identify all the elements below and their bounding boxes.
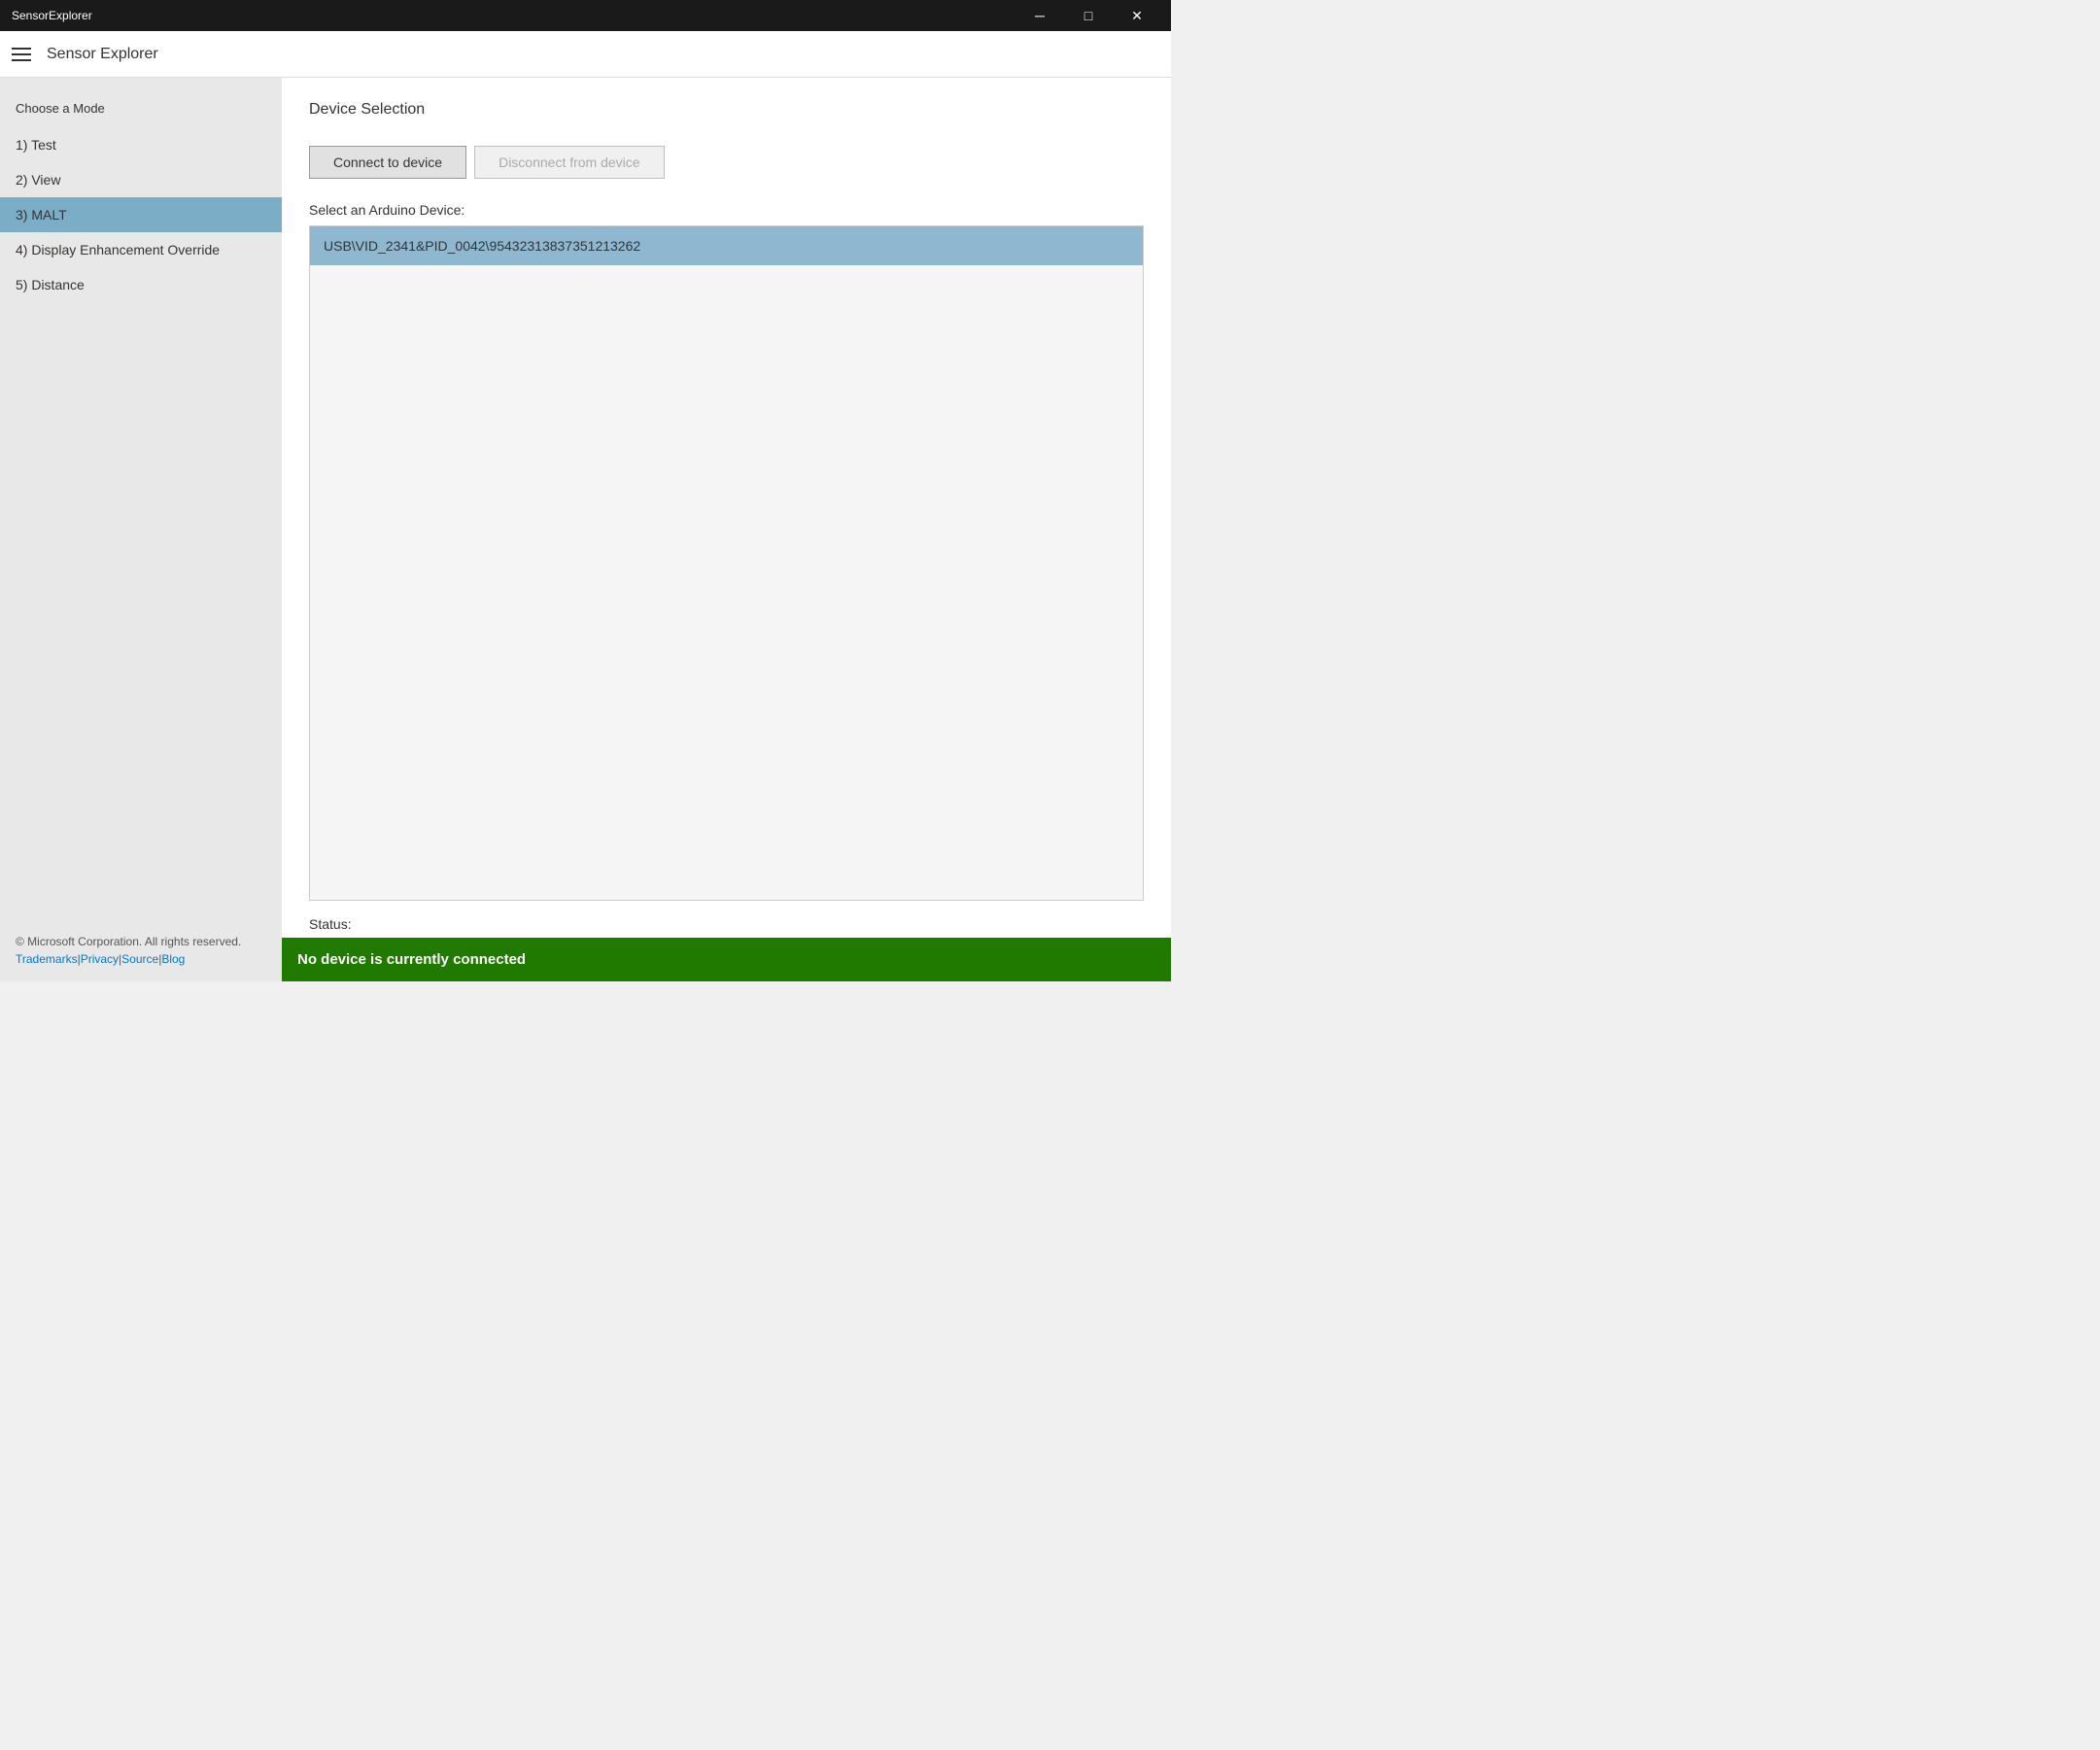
footer-copyright: © Microsoft Corporation. All rights rese…: [16, 935, 266, 948]
device-select-label: Select an Arduino Device:: [309, 202, 1144, 218]
source-link[interactable]: Source: [121, 952, 158, 966]
status-bar: No device is currently connected: [282, 938, 1171, 981]
blog-link[interactable]: Blog: [161, 952, 185, 966]
disconnect-button[interactable]: Disconnect from device: [474, 146, 665, 179]
sidebar-item-distance[interactable]: 5) Distance: [0, 267, 282, 302]
sidebar-item-view[interactable]: 2) View: [0, 162, 282, 197]
sidebar-footer: © Microsoft Corporation. All rights rese…: [0, 919, 282, 981]
title-bar: SensorExplorer ─ □ ✕: [0, 0, 1171, 31]
content-title: Device Selection: [309, 101, 1144, 119]
close-button[interactable]: ✕: [1115, 0, 1159, 31]
content: Device Selection Connect to device Disco…: [282, 78, 1171, 901]
sidebar-heading: Choose a Mode: [0, 93, 282, 127]
privacy-link[interactable]: Privacy: [81, 952, 119, 966]
trademarks-link[interactable]: Trademarks: [16, 952, 78, 966]
action-buttons: Connect to device Disconnect from device: [309, 146, 1144, 179]
app-title: Sensor Explorer: [47, 46, 158, 63]
sidebar: Choose a Mode 1) Test 2) View 3) MALT 4)…: [0, 78, 282, 981]
sidebar-item-malt[interactable]: 3) MALT: [0, 197, 282, 232]
sidebar-item-test[interactable]: 1) Test: [0, 127, 282, 162]
app-header: Sensor Explorer: [0, 31, 1171, 78]
device-list-item[interactable]: USB\VID_2341&PID_0042\954323138373512132…: [310, 226, 1143, 265]
content-area: Device Selection Connect to device Disco…: [282, 78, 1171, 981]
device-list[interactable]: USB\VID_2341&PID_0042\954323138373512132…: [309, 225, 1144, 901]
sidebar-item-display[interactable]: 4) Display Enhancement Override: [0, 232, 282, 267]
status-message: No device is currently connected: [297, 951, 526, 968]
main-layout: Choose a Mode 1) Test 2) View 3) MALT 4)…: [0, 78, 1171, 981]
status-label: Status:: [309, 916, 1144, 932]
window-title: SensorExplorer: [12, 9, 92, 22]
footer-links: Trademarks|Privacy|Source|Blog: [16, 952, 266, 966]
window-controls: ─ □ ✕: [1017, 0, 1159, 31]
hamburger-icon[interactable]: [12, 48, 31, 61]
minimize-button[interactable]: ─: [1017, 0, 1062, 31]
connect-button[interactable]: Connect to device: [309, 146, 466, 179]
maximize-button[interactable]: □: [1066, 0, 1111, 31]
status-section: Status:: [282, 901, 1171, 938]
